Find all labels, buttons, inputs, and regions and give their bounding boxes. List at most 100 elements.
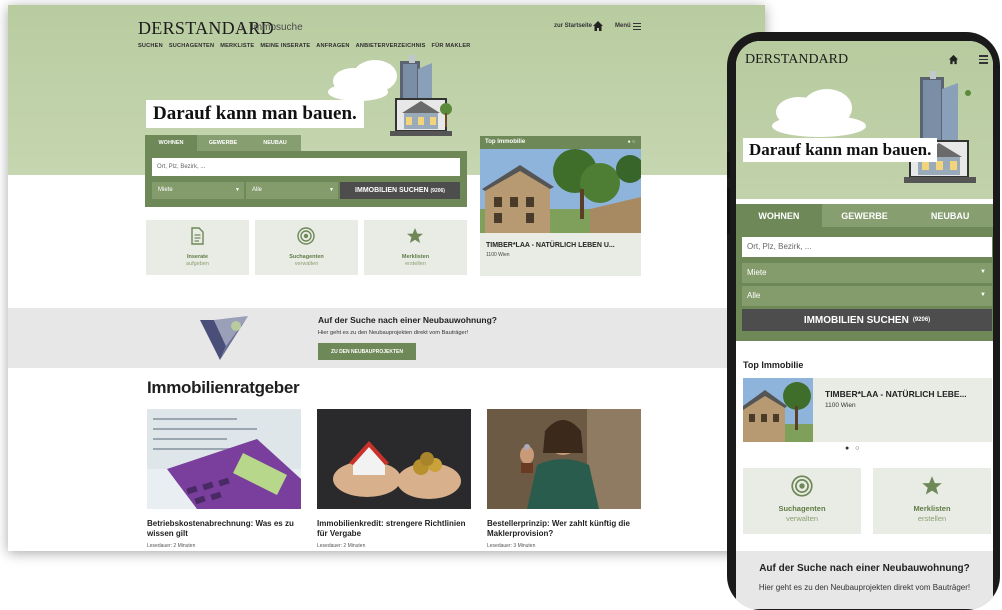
tile-sublabel: aufgeben (186, 261, 209, 267)
search-button[interactable]: IMMOBILIEN SUCHEN (9206) (742, 309, 992, 331)
target-icon (297, 227, 315, 245)
menu-label[interactable]: Menü (615, 23, 631, 29)
tile-inserate[interactable]: Inserate aufgeben (146, 220, 249, 275)
ratgeber-heading: Immobilienratgeber (147, 378, 300, 397)
document-icon (191, 227, 204, 245)
top-property-label: Top Immobilie (485, 139, 526, 145)
article-meta: Lesedauer: 2 Minuten (147, 543, 196, 549)
article-meta: Lesedauer: 2 Minuten (317, 543, 366, 549)
hero-slogan: Darauf kann man bauen. (146, 100, 364, 128)
mobile-search-form: Ort, Plz, Bezirk, ... Miete ▼ Alle ▼ IMM… (736, 227, 993, 341)
start-link[interactable]: zur Startseite (554, 23, 592, 29)
mobile-neubau-banner: Auf der Suche nach einer Neubauwohnung? … (736, 551, 993, 609)
top-property-title[interactable]: TIMBER*LAA - NATÜRLICH LEBEN U... (480, 233, 641, 249)
carousel-dots[interactable]: ● ○ (845, 445, 861, 452)
tab-neubau[interactable]: NEUBAU (907, 204, 993, 227)
neubau-button[interactable]: ZU DEN NEUBAUPROJEKTEN (318, 343, 416, 360)
nav-item-fuer-makler[interactable]: FÜR MAKLER (432, 43, 471, 49)
home-icon[interactable] (948, 54, 959, 65)
search-button-label: IMMOBILIEN SUCHEN (803, 314, 909, 326)
mobile-search-tabs: WOHNEN GEWERBE NEUBAU (736, 204, 993, 227)
tile-suchagenten[interactable]: Suchagenten verwalten (743, 468, 861, 534)
main-nav: SUCHEN SUCHAGENTEN MERKLISTE MEINE INSER… (138, 43, 471, 49)
kind-select[interactable]: Alle ▼ (246, 182, 338, 199)
tab-wohnen[interactable]: WOHNEN (145, 135, 197, 151)
nav-item-anbieterverzeichnis[interactable]: ANBIETERVERZEICHNIS (356, 43, 426, 49)
article-title[interactable]: Betriebskostenabrechnung: Was es zu wiss… (147, 519, 301, 539)
location-input[interactable]: Ort, Plz, Bezirk, ... (152, 158, 460, 176)
neubau-logo-icon (200, 316, 248, 360)
tile-merklisten[interactable]: Merklisten erstellen (364, 220, 467, 275)
menu-icon[interactable] (633, 23, 641, 30)
top-property-label: Top Immobilie (743, 360, 804, 370)
tile-label: Inserate (186, 254, 209, 260)
type-select[interactable]: Miete ▼ (742, 263, 992, 283)
top-property-title[interactable]: TIMBER*LAA - NATÜRLICH LEBE... (825, 389, 967, 399)
search-count: (9206) (430, 187, 445, 194)
mobile-logo[interactable]: DERSTANDARD (745, 52, 848, 68)
mobile-hero-slogan: Darauf kann man bauen. (743, 138, 938, 162)
search-tabs: WOHNEN GEWERBE NEUBAU (145, 135, 301, 151)
laptop-building-icon (904, 71, 976, 183)
kind-select-value: Alle (747, 291, 761, 300)
nav-item-meine-inserate[interactable]: MEINE INSERATE (260, 43, 310, 49)
banner-title: Auf der Suche nach einer Neubauwohnung? (759, 563, 970, 574)
kind-select[interactable]: Alle ▼ (742, 286, 992, 306)
tile-label: Merklisten (913, 504, 951, 513)
search-button-label: IMMOBILIEN SUCHEN (355, 187, 429, 194)
tab-wohnen[interactable]: WOHNEN (736, 204, 822, 227)
tab-neubau[interactable]: NEUBAU (249, 135, 301, 151)
search-form: Ort, Plz, Bezirk, ... Miete ▼ Alle ▼ IMM… (145, 151, 467, 207)
home-icon[interactable] (592, 20, 604, 32)
phone-frame: DERSTANDARD Darauf kann man bauen. WOHNE… (727, 32, 1000, 610)
tile-merklisten[interactable]: Merklisten erstellen (873, 468, 991, 534)
search-button[interactable]: IMMOBILIEN SUCHEN (9206) (340, 182, 460, 199)
nav-item-suchen[interactable]: SUCHEN (138, 43, 163, 49)
nav-item-suchagenten[interactable]: SUCHAGENTEN (169, 43, 214, 49)
article-title[interactable]: Immobilienkredit: strengere Richtlinien … (317, 519, 471, 539)
tile-label: Suchagenten (778, 504, 826, 513)
nav-item-anfragen[interactable]: ANFRAGEN (316, 43, 349, 49)
top-property-image[interactable] (480, 149, 641, 233)
tile-sublabel: erstellen (405, 261, 426, 267)
banner-title: Auf der Suche nach einer Neubauwohnung? (318, 315, 497, 325)
nav-item-merkliste[interactable]: MERKLISTE (220, 43, 254, 49)
top-property-image[interactable] (743, 378, 813, 442)
article-image[interactable] (487, 409, 641, 509)
banner-text[interactable]: Hier geht es zu den Neubauprojekten dire… (746, 581, 983, 594)
article-meta: Lesedauer: 3 Minuten (487, 543, 536, 549)
article-card[interactable]: Immobilienkredit: strengere Richtlinien … (317, 409, 471, 549)
top-property-card[interactable]: Top Immobilie ● ○ TIMBER*LAA - NATÜRLICH… (480, 136, 641, 276)
tab-gewerbe[interactable]: GEWERBE (197, 135, 249, 151)
type-select[interactable]: Miete ▼ (152, 182, 244, 199)
neubau-banner: Auf der Suche nach einer Neubauwohnung? … (8, 308, 765, 368)
article-card[interactable]: Betriebskostenabrechnung: Was es zu wiss… (147, 409, 301, 549)
desktop-screenshot: DERSTANDARD › Immosuche zur Startseite M… (8, 5, 765, 551)
star-icon (407, 228, 423, 243)
article-image[interactable] (317, 409, 471, 509)
chevron-down-icon: ▼ (980, 269, 986, 275)
logo-separator: › (240, 23, 244, 34)
article-card[interactable]: Bestellerprinzip: Wer zahlt künftig die … (487, 409, 641, 549)
tile-sublabel: verwalten (294, 261, 319, 267)
article-image[interactable] (147, 409, 301, 509)
chevron-down-icon: ▼ (235, 187, 240, 193)
tile-label: Merklisten (401, 254, 430, 260)
menu-icon[interactable] (979, 55, 988, 64)
top-property-card[interactable]: TIMBER*LAA - NATÜRLICH LEBE... 1100 Wien (743, 378, 992, 442)
type-select-value: Miete (747, 268, 767, 277)
star-icon (922, 476, 942, 495)
tile-suchagenten[interactable]: Suchagenten verwalten (255, 220, 358, 275)
type-select-value: Miete (158, 187, 173, 193)
carousel-dots[interactable]: ● ○ (628, 139, 635, 145)
section-title[interactable]: Immosuche (251, 22, 303, 33)
mobile-screen: DERSTANDARD Darauf kann man bauen. WOHNE… (736, 41, 993, 609)
target-icon (791, 475, 813, 497)
article-title[interactable]: Bestellerprinzip: Wer zahlt künftig die … (487, 519, 641, 539)
tab-gewerbe[interactable]: GEWERBE (821, 204, 908, 227)
chevron-down-icon: ▼ (329, 187, 334, 193)
chevron-down-icon: ▼ (980, 292, 986, 298)
top-property-location: 1100 Wien (486, 252, 510, 258)
location-input[interactable]: Ort, Plz, Bezirk, ... (742, 237, 992, 257)
banner-text: Hier geht es zu den Neubauprojekten dire… (318, 330, 469, 336)
